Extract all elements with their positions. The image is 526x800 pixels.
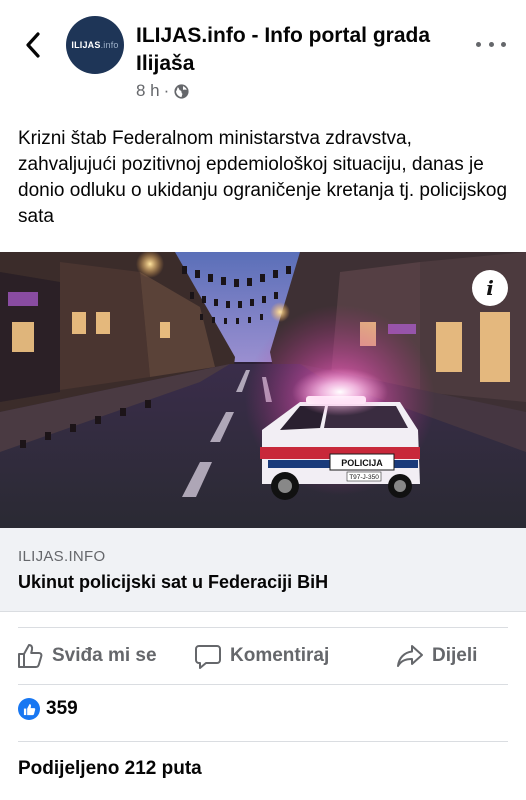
car-label: POLICIJA: [341, 458, 383, 468]
comment-button[interactable]: Komentiraj: [194, 640, 329, 672]
license-plate: T97-J-350: [349, 474, 379, 481]
globe-icon[interactable]: [173, 83, 190, 100]
page-avatar[interactable]: ILIJAS.info: [66, 16, 124, 74]
comment-bubble-icon: [195, 645, 221, 669]
chevron-left-icon: [26, 32, 40, 58]
share-label: Dijeli: [432, 645, 478, 666]
post-time[interactable]: 8 h: [136, 81, 160, 101]
avatar-logo-text: ILIJAS.info: [71, 40, 119, 50]
more-dot: [476, 41, 481, 47]
like-reaction-icon: [18, 698, 40, 720]
share-count[interactable]: Podijeljeno 212 puta: [18, 758, 202, 780]
like-button[interactable]: Sviđa mi se: [16, 640, 157, 672]
more-dot: [501, 41, 506, 47]
post-meta: 8 h ·: [136, 81, 190, 101]
image-info-button[interactable]: i: [472, 270, 508, 306]
post-text: Krizni štab Federalnom ministarstva zdra…: [18, 128, 508, 227]
more-options-button[interactable]: [476, 34, 506, 54]
divider: [18, 627, 508, 628]
share-button[interactable]: Dijeli: [396, 640, 477, 672]
post-photo[interactable]: POLICIJA T97-J-350 i: [0, 252, 526, 528]
post-header: ILIJAS.info ILIJAS.info - Info portal gr…: [0, 0, 526, 112]
night-street-police-car-image: POLICIJA T97-J-350: [0, 252, 526, 528]
action-bar: Sviđa mi se Komentiraj Dijeli: [0, 632, 526, 680]
link-title: Ukinut policijski sat u Federaciji BiH: [18, 572, 329, 592]
more-dot: [488, 41, 494, 47]
link-preview[interactable]: ILIJAS.INFO Ukinut policijski sat u Fede…: [0, 528, 526, 612]
divider: [18, 684, 508, 685]
share-arrow-icon: [397, 645, 423, 667]
thumbs-up-icon: [18, 644, 43, 668]
divider: [18, 741, 508, 742]
comment-label: Komentiraj: [230, 645, 330, 666]
page-name-link[interactable]: ILIJAS.info - Info portal grada Ilijaša: [136, 22, 456, 78]
reaction-count: 359: [46, 698, 78, 719]
like-label: Sviđa mi se: [52, 645, 157, 666]
reactions-summary[interactable]: 359: [18, 698, 78, 720]
meta-separator: ·: [163, 81, 170, 100]
back-button[interactable]: [18, 28, 48, 62]
link-domain: ILIJAS.INFO: [18, 548, 106, 565]
